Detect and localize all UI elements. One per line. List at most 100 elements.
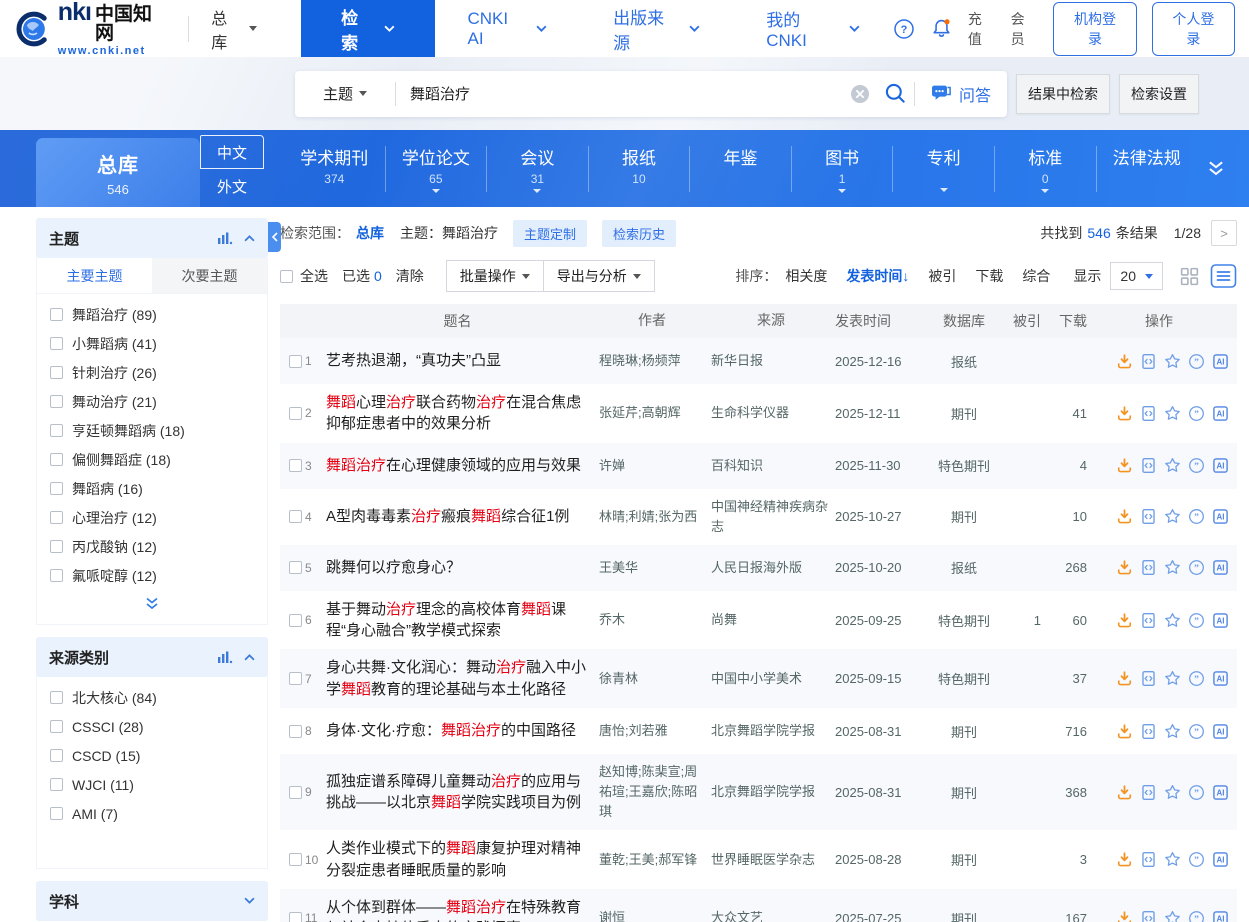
result-authors[interactable]: 乔木 (599, 610, 711, 630)
html-read-icon[interactable] (1140, 405, 1157, 422)
row-checkbox[interactable] (289, 786, 302, 799)
download-icon[interactable] (1116, 457, 1133, 474)
source-filter-item[interactable]: 北大核心 (84) (50, 683, 254, 712)
tab-academic-journals[interactable]: 学术期刊 374 (284, 146, 385, 192)
checkbox[interactable] (50, 807, 63, 820)
html-read-icon[interactable] (1140, 910, 1157, 922)
checkbox[interactable] (50, 366, 63, 379)
tab-patents[interactable]: 专利 (892, 146, 994, 192)
nav-my-cnki[interactable]: 我的CNKI (733, 0, 893, 57)
cite-icon[interactable]: ” (1188, 559, 1205, 576)
result-source[interactable]: 世界睡眠医学杂志 (711, 850, 835, 870)
clear-selection-button[interactable]: 清除 (396, 266, 424, 286)
cnki-logo[interactable]: nkı 中国知网 www.cnki.net (16, 0, 170, 57)
cite-icon[interactable]: ” (1188, 612, 1205, 629)
download-icon[interactable] (1116, 405, 1133, 422)
favorite-icon[interactable] (1164, 405, 1181, 422)
checkbox[interactable] (50, 511, 63, 524)
cite-icon[interactable]: ” (1188, 723, 1205, 740)
batch-operations-button[interactable]: 批量操作 (446, 260, 544, 292)
favorite-icon[interactable] (1164, 559, 1181, 576)
tab-newspapers[interactable]: 报纸 10 (588, 146, 690, 192)
favorite-icon[interactable] (1164, 508, 1181, 525)
source-filter-item[interactable]: AMI (7) (50, 799, 254, 828)
checkbox[interactable] (50, 691, 63, 704)
html-read-icon[interactable] (1140, 559, 1157, 576)
topic-filter-item[interactable]: 小舞蹈病 (41) (50, 329, 254, 358)
nav-cnki-ai[interactable]: CNKI AI (435, 0, 581, 57)
download-icon[interactable] (1116, 559, 1133, 576)
html-read-icon[interactable] (1140, 612, 1157, 629)
search-history-button[interactable]: 检索历史 (602, 220, 676, 247)
expand-more-button[interactable] (50, 590, 254, 620)
result-title-link[interactable]: 身体·文化·疗愈：舞蹈治疗的中国路径 (326, 720, 589, 741)
notification-bell-icon[interactable] (930, 17, 953, 40)
topic-filter-item[interactable]: 偏侧舞蹈症 (18) (50, 445, 254, 474)
favorite-icon[interactable] (1164, 851, 1181, 868)
next-page-button[interactable]: > (1211, 220, 1237, 246)
row-checkbox[interactable] (289, 355, 302, 368)
result-title-link[interactable]: 孤独症谱系障碍儿童舞动治疗的应用与挑战——以北京舞蹈学院实践项目为例 (326, 771, 589, 814)
org-login-button[interactable]: 机构登录 (1053, 2, 1136, 56)
topic-filter-item[interactable]: 针刺治疗 (26) (50, 358, 254, 387)
checkbox[interactable] (50, 569, 63, 582)
topic-filter-item[interactable]: 心理治疗 (12) (50, 503, 254, 532)
grid-view-button[interactable] (1179, 266, 1200, 287)
checkbox[interactable] (50, 778, 63, 791)
tab-yearbooks[interactable]: 年鉴 (689, 146, 791, 192)
sort-option-downloads[interactable]: 下载 (975, 266, 1003, 286)
result-title-link[interactable]: 从个体到群体——舞蹈治疗在特殊教育与社会支持体系中的实践探索 (326, 897, 589, 922)
row-checkbox[interactable] (289, 459, 302, 472)
result-authors[interactable]: 董乾;王美;郝军锋 (599, 850, 711, 870)
result-source[interactable]: 中国中小学美术 (711, 669, 835, 689)
source-filter-item[interactable]: CSCD (15) (50, 741, 254, 770)
checkbox[interactable] (50, 424, 63, 437)
sort-option-relevance[interactable]: 相关度 (785, 266, 827, 286)
checkbox[interactable] (50, 540, 63, 553)
help-icon[interactable]: ? (893, 18, 915, 40)
bar-chart-icon[interactable] (217, 651, 233, 664)
page-size-select[interactable]: 20 (1110, 262, 1163, 290)
more-categories-button[interactable] (1205, 130, 1227, 207)
cite-icon[interactable]: ” (1188, 405, 1205, 422)
ai-assistant-icon[interactable]: AI (1212, 851, 1229, 868)
personal-login-button[interactable]: 个人登录 (1152, 2, 1235, 56)
result-source[interactable]: 人民日报海外版 (711, 558, 835, 578)
scope-total-library-link[interactable]: 总库 (356, 223, 384, 243)
checkbox[interactable] (50, 749, 63, 762)
tab-books[interactable]: 图书 1 (791, 146, 893, 192)
favorite-icon[interactable] (1164, 353, 1181, 370)
row-checkbox[interactable] (289, 725, 302, 738)
result-source[interactable]: 中国神经精神疾病杂志 (711, 497, 835, 537)
result-authors[interactable]: 程晓琳;杨频萍 (599, 351, 711, 371)
download-icon[interactable] (1116, 851, 1133, 868)
tab-dissertations[interactable]: 学位论文 65 (385, 146, 487, 192)
ai-assistant-icon[interactable]: AI (1212, 784, 1229, 801)
checkbox[interactable] (50, 482, 63, 495)
ai-assistant-icon[interactable]: AI (1212, 910, 1229, 922)
nav-publication-source[interactable]: 出版来源 (580, 0, 733, 57)
site-menu-zongku[interactable]: 总库 (211, 5, 257, 53)
result-source[interactable]: 北京舞蹈学院学报 (711, 782, 835, 802)
cite-icon[interactable]: ” (1188, 910, 1205, 922)
topic-customize-button[interactable]: 主题定制 (513, 220, 587, 247)
source-filter-item[interactable]: WJCI (11) (50, 770, 254, 799)
checkbox[interactable] (50, 720, 63, 733)
download-icon[interactable] (1116, 670, 1133, 687)
favorite-icon[interactable] (1164, 910, 1181, 922)
sort-option-publish-time[interactable]: 发表时间↓ (846, 266, 909, 286)
ai-assistant-icon[interactable]: AI (1212, 353, 1229, 370)
nav-search[interactable]: 检索 (301, 0, 434, 57)
sort-option-comprehensive[interactable]: 综合 (1022, 266, 1050, 286)
result-source[interactable]: 生命科学仪器 (711, 403, 835, 423)
cite-icon[interactable]: ” (1188, 508, 1205, 525)
checkbox[interactable] (50, 308, 63, 321)
search-icon[interactable] (877, 82, 914, 105)
chevron-up-icon[interactable] (244, 234, 255, 242)
result-source[interactable]: 北京舞蹈学院学报 (711, 721, 835, 741)
export-analyze-button[interactable]: 导出与分析 (543, 260, 655, 292)
qa-button[interactable]: 问答 (915, 82, 1007, 106)
bar-chart-icon[interactable] (217, 232, 233, 245)
result-source[interactable]: 大众文艺 (711, 908, 835, 922)
ai-assistant-icon[interactable]: AI (1212, 405, 1229, 422)
